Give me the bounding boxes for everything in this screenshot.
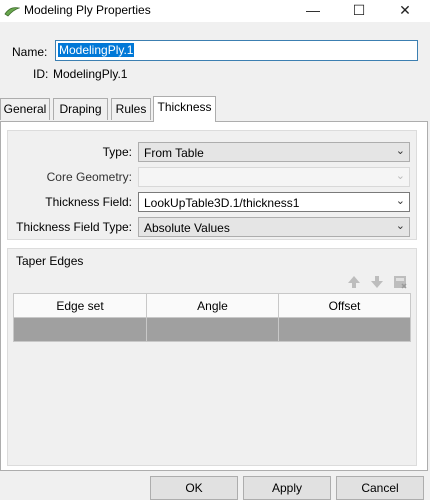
close-button[interactable]: ✕ [382, 0, 428, 22]
thickness-field-type-select[interactable]: Absolute Values ⌄ [138, 217, 410, 237]
column-header-offset[interactable]: Offset [279, 294, 410, 318]
thickness-field-select[interactable]: LookUpTable3D.1/thickness1 ⌄ [138, 192, 410, 212]
chevron-down-icon: ⌄ [395, 170, 405, 182]
tab-rules[interactable]: Rules [111, 98, 151, 120]
thickness-settings-group: Type: From Table ⌄ Core Geometry: ⌄ Thic… [7, 130, 417, 240]
thickness-field-type-label: Thickness Field Type: [16, 220, 132, 234]
move-up-icon[interactable] [346, 274, 362, 290]
column-header-edge-set[interactable]: Edge set [14, 294, 147, 318]
type-select-value: From Table [144, 146, 204, 160]
thickness-field-value: LookUpTable3D.1/thickness1 [144, 196, 300, 210]
thickness-field-label: Thickness Field: [45, 195, 132, 209]
name-input-value: ModelingPly.1 [58, 43, 135, 57]
name-label: Name: [12, 45, 48, 59]
table-cell-edge-set[interactable] [14, 318, 147, 341]
chevron-down-icon: ⌄ [395, 195, 405, 207]
thickness-field-type-value: Absolute Values [144, 221, 230, 235]
name-input[interactable]: ModelingPly.1 [55, 40, 418, 61]
minimize-button[interactable]: — [290, 0, 336, 22]
thickness-panel: Type: From Table ⌄ Core Geometry: ⌄ Thic… [0, 121, 428, 471]
taper-edges-title: Taper Edges [16, 254, 84, 268]
column-header-angle[interactable]: Angle [147, 294, 279, 318]
chevron-down-icon: ⌄ [395, 220, 405, 232]
type-label: Type: [102, 145, 132, 159]
core-geometry-label: Core Geometry: [46, 170, 132, 184]
title-bar: Modeling Ply Properties — ☐ ✕ [0, 0, 430, 22]
apply-button[interactable]: Apply [243, 476, 331, 500]
cancel-button[interactable]: Cancel [336, 476, 424, 500]
tab-strip: General Draping Rules Thickness [0, 96, 430, 122]
tab-general[interactable]: General [0, 98, 50, 120]
tab-draping[interactable]: Draping [53, 98, 108, 120]
taper-edges-table: Edge set Angle Offset [13, 293, 411, 342]
move-down-icon[interactable] [369, 274, 385, 290]
table-cell-offset[interactable] [279, 318, 410, 341]
id-value: ModelingPly.1 [53, 67, 128, 81]
taper-edges-group: Taper Edges Edge set Angle Offset [7, 248, 417, 466]
type-select[interactable]: From Table ⌄ [138, 142, 410, 162]
core-geometry-select: ⌄ [138, 167, 410, 187]
id-label: ID: [33, 67, 49, 81]
table-cell-angle[interactable] [147, 318, 279, 341]
chevron-down-icon: ⌄ [395, 145, 405, 157]
ok-button[interactable]: OK [150, 476, 238, 500]
maximize-button[interactable]: ☐ [336, 0, 382, 22]
tab-thickness[interactable]: Thickness [153, 96, 216, 122]
window-title: Modeling Ply Properties [24, 3, 151, 17]
ply-app-icon [4, 7, 20, 17]
delete-row-icon[interactable] [392, 274, 408, 290]
